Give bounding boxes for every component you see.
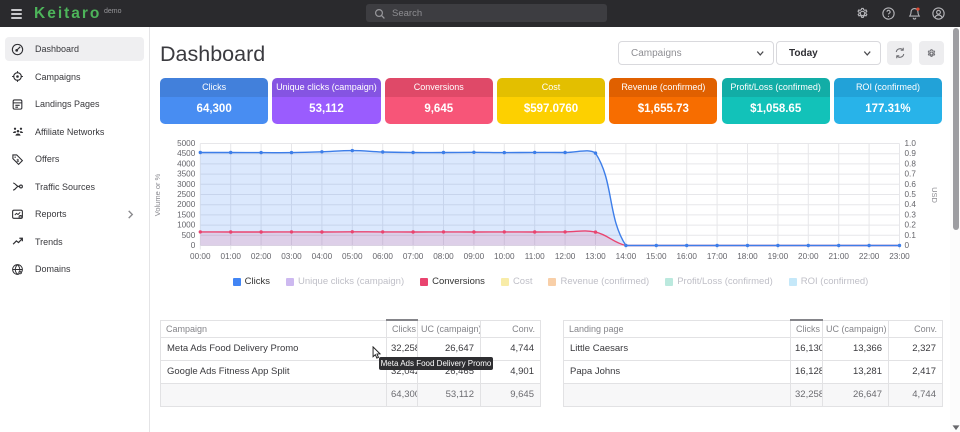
svg-text:Volume or %: Volume or % [153, 173, 162, 216]
svg-text:0.9: 0.9 [905, 149, 917, 158]
svg-text:00:00: 00:00 [190, 252, 211, 261]
svg-text:0.1: 0.1 [905, 231, 917, 240]
svg-text:2000: 2000 [177, 200, 196, 209]
svg-text:4500: 4500 [177, 149, 196, 158]
svg-text:2500: 2500 [177, 190, 196, 199]
svg-text:12:00: 12:00 [555, 252, 576, 261]
svg-text:500: 500 [182, 231, 196, 240]
svg-text:0: 0 [905, 241, 910, 250]
svg-text:3500: 3500 [177, 170, 196, 179]
svg-text:21:00: 21:00 [828, 252, 849, 261]
svg-text:4000: 4000 [177, 159, 196, 168]
svg-text:23:00: 23:00 [889, 252, 910, 261]
svg-text:17:00: 17:00 [707, 252, 728, 261]
svg-text:5000: 5000 [177, 139, 196, 148]
svg-text:13:00: 13:00 [585, 252, 606, 261]
svg-text:0.7: 0.7 [905, 170, 917, 179]
svg-text:10:00: 10:00 [494, 252, 515, 261]
svg-text:0.5: 0.5 [905, 190, 917, 199]
svg-text:07:00: 07:00 [403, 252, 424, 261]
svg-text:01:00: 01:00 [220, 252, 241, 261]
svg-text:04:00: 04:00 [312, 252, 333, 261]
svg-text:1.0: 1.0 [905, 139, 917, 148]
svg-text:0.3: 0.3 [905, 210, 917, 219]
svg-text:0.8: 0.8 [905, 159, 917, 168]
svg-text:0.2: 0.2 [905, 221, 917, 230]
svg-text:09:00: 09:00 [464, 252, 485, 261]
svg-text:05:00: 05:00 [342, 252, 363, 261]
svg-text:14:00: 14:00 [616, 252, 637, 261]
svg-text:$: $ [17, 157, 20, 163]
svg-text:3000: 3000 [177, 180, 196, 189]
svg-text:03:00: 03:00 [281, 252, 302, 261]
svg-text:06:00: 06:00 [372, 252, 393, 261]
svg-text:1500: 1500 [177, 210, 196, 219]
svg-text:16:00: 16:00 [676, 252, 697, 261]
svg-text:11:00: 11:00 [525, 252, 545, 261]
svg-text:20:00: 20:00 [798, 252, 819, 261]
svg-text:USD: USD [930, 187, 939, 203]
svg-text:0.4: 0.4 [905, 200, 917, 209]
svg-text:0: 0 [191, 241, 196, 250]
svg-text:22:00: 22:00 [859, 252, 880, 261]
svg-text:1000: 1000 [177, 221, 196, 230]
svg-text:0.6: 0.6 [905, 180, 917, 189]
svg-text:08:00: 08:00 [433, 252, 454, 261]
svg-text:02:00: 02:00 [251, 252, 272, 261]
svg-text:19:00: 19:00 [768, 252, 789, 261]
svg-text:15:00: 15:00 [646, 252, 667, 261]
svg-text:18:00: 18:00 [737, 252, 758, 261]
